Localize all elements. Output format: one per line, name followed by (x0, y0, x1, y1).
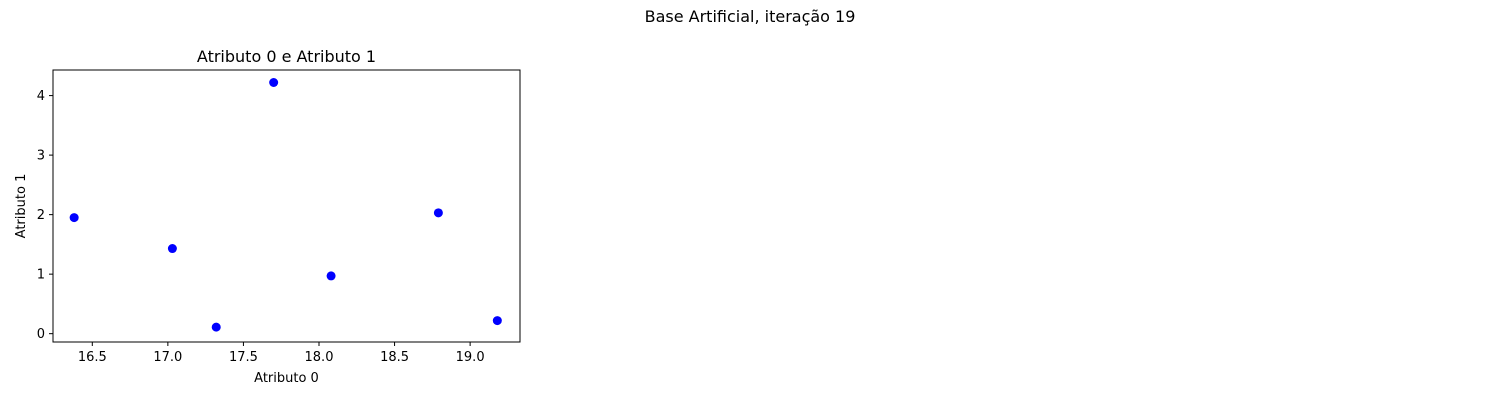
x-tick-label: 17.0 (153, 350, 182, 365)
y-tick-label: 4 (37, 89, 45, 104)
y-axis-ticks: 0 1 2 3 4 (37, 89, 53, 342)
y-tick-label: 3 (37, 149, 45, 164)
data-point (492, 316, 502, 326)
x-tick-label: 18.5 (380, 350, 409, 365)
x-axis-label: Atributo 0 (254, 371, 319, 386)
x-tick-label: 17.5 (229, 350, 258, 365)
y-tick-label: 0 (37, 327, 45, 342)
y-axis-label: Atributo 1 (14, 174, 29, 239)
x-axis-ticks: 16.5 17.0 17.5 18.0 18.5 19.0 (78, 342, 485, 365)
figure-canvas: Base Artificial, iteração 19 Atributo 0 … (14, 7, 856, 386)
scatter-points (69, 77, 502, 332)
y-tick-label: 1 (37, 268, 45, 283)
chart-title: Atributo 0 e Atributo 1 (197, 47, 376, 66)
data-point (433, 208, 443, 218)
data-point (211, 322, 221, 332)
data-point (326, 271, 336, 281)
x-tick-label: 16.5 (78, 350, 107, 365)
scatter-axes: Atributo 0 e Atributo 1 16.5 17.0 17.5 18.0… (14, 47, 521, 386)
data-point (269, 77, 279, 87)
x-tick-label: 18.0 (305, 350, 334, 365)
figure-suptitle: Base Artificial, iteração 19 (645, 7, 856, 26)
x-tick-label: 19.0 (456, 350, 485, 365)
data-point (69, 213, 79, 223)
plot-area-frame (52, 69, 521, 343)
y-tick-label: 2 (37, 208, 45, 223)
data-point (167, 244, 177, 254)
